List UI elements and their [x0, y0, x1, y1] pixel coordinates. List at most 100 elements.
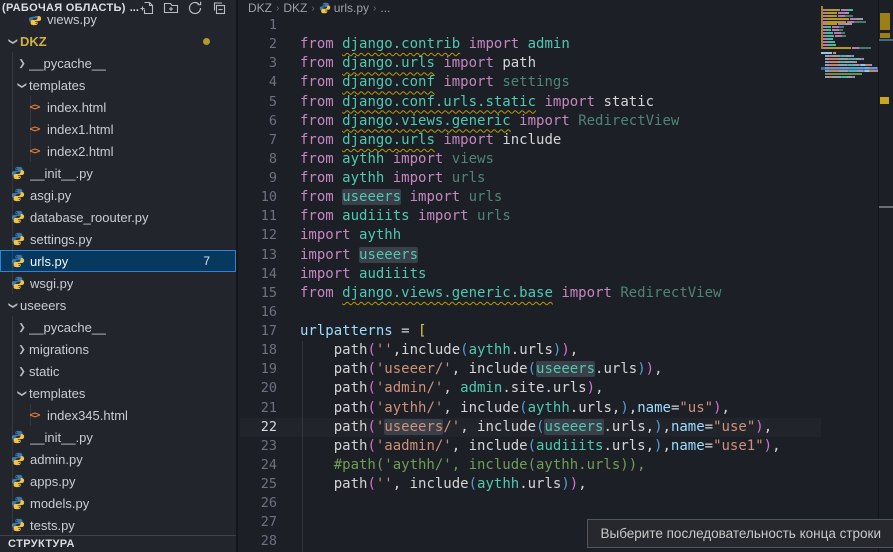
minimap[interactable]	[821, 0, 878, 552]
minimap-line	[832, 76, 841, 78]
code-line-4: 4from django.conf import settings	[240, 73, 821, 92]
chevron-down-icon: ❯	[8, 34, 19, 48]
minimap-line	[845, 61, 855, 63]
code-line-13: 13import useeers	[240, 246, 821, 265]
tree-item--init-py[interactable]: __init__.py	[0, 426, 236, 448]
tree-item-index1-html[interactable]: <>index1.html	[0, 118, 236, 140]
code-token: audiiits	[342, 208, 409, 224]
tree-item-tests-py[interactable]: tests.py	[0, 514, 236, 536]
code-line-18: 18 path('',include(aythh.urls)),	[240, 341, 821, 360]
minimap-line	[839, 26, 844, 28]
code-token: , include	[452, 438, 528, 454]
line-number: 19	[240, 360, 277, 379]
code-text: from django.urls import include	[277, 131, 561, 150]
line-number: 16	[240, 303, 277, 322]
code-token: from	[300, 170, 342, 186]
line-number: 12	[240, 226, 277, 245]
tree-item--pycache-[interactable]: ❯__pycache__	[0, 316, 236, 338]
code-line-19: 19 path('useeer/', include(useeers.urls)…	[240, 360, 821, 379]
tree-item-asgi-py[interactable]: asgi.py	[0, 184, 236, 206]
line-number: 28	[240, 532, 277, 551]
tree-item-urls-py[interactable]: urls.py7	[0, 250, 236, 272]
code-area[interactable]: 12from django.contrib import admin3from …	[240, 16, 821, 552]
tree-item-dkz[interactable]: ❯DKZ	[0, 30, 236, 52]
tree-item-templates[interactable]: ❯templates	[0, 74, 236, 96]
tree-item-migrations[interactable]: ❯migrations	[0, 338, 236, 360]
more-actions-button[interactable]: ...	[130, 2, 139, 14]
code-token: aythh	[342, 151, 384, 167]
code-token: name	[671, 419, 705, 435]
chevron-right-icon: ❯	[15, 366, 29, 377]
tree-item-index-html[interactable]: <>index.html	[0, 96, 236, 118]
tree-item-database-roouter-py[interactable]: database_roouter.py	[0, 206, 236, 228]
minimap-line	[845, 12, 849, 14]
code-token: aythh	[359, 227, 401, 243]
minimap-line	[848, 9, 853, 11]
tree-item-settings-py[interactable]: settings.py	[0, 228, 236, 250]
code-token: (	[367, 380, 375, 396]
minimap-line	[863, 58, 864, 60]
minimap-line	[832, 26, 839, 28]
collapse-all-icon[interactable]	[211, 0, 227, 16]
code-token: urls	[452, 170, 486, 186]
code-token: from	[300, 55, 342, 71]
code-line-15: 15from django.views.generic.base import …	[240, 284, 821, 303]
overview-ruler[interactable]	[878, 0, 893, 552]
minimap-line	[826, 21, 846, 23]
new-file-icon[interactable]	[139, 0, 155, 16]
code-line-16: 16	[240, 303, 821, 322]
code-text: path('aadmin/', include(audiiits.urls,),…	[277, 437, 781, 456]
tree-item-wsgi-py[interactable]: wsgi.py	[0, 272, 236, 294]
tree-item-apps-py[interactable]: apps.py	[0, 470, 236, 492]
minimap-line	[834, 32, 841, 34]
tree-item--pycache-[interactable]: ❯__pycache__	[0, 52, 236, 74]
code-lines: 12from django.contrib import admin3from …	[240, 16, 821, 552]
refresh-icon[interactable]	[187, 0, 203, 16]
minimap-line	[838, 15, 845, 17]
code-token: ,	[570, 342, 578, 358]
problems-badge: 7	[203, 254, 210, 268]
code-token: import	[300, 227, 359, 243]
vscode-window: views.py❯DKZ❯__pycache__❯templates<>inde…	[0, 0, 893, 552]
breadcrumb-item-dkz[interactable]: DKZ	[248, 1, 272, 15]
code-text: from django.conf.urls.static import stat…	[277, 93, 654, 112]
line-number: 23	[240, 437, 277, 456]
code-token: .urls,	[570, 400, 621, 416]
ruler-mark	[880, 13, 890, 30]
tree-item-admin-py[interactable]: admin.py	[0, 448, 236, 470]
line-number: 7	[240, 131, 277, 150]
tree-item-templates[interactable]: ❯templates	[0, 382, 236, 404]
tree-item-models-py[interactable]: models.py	[0, 492, 236, 514]
code-text: import audiiits	[277, 265, 426, 284]
tree-item-index2-html[interactable]: <>index2.html	[0, 140, 236, 162]
code-token: audiiits	[359, 266, 426, 282]
minimap-line	[826, 32, 833, 34]
code-token: useeers	[544, 419, 603, 435]
code-token: )	[561, 476, 569, 492]
breadcrumb-item--[interactable]: ...	[380, 1, 390, 15]
code-token: from	[300, 285, 342, 301]
code-token: , include	[452, 361, 528, 377]
line-number: 22	[240, 418, 277, 437]
code-token: , include	[443, 400, 519, 416]
breadcrumb-item-urls-py[interactable]: urls.py	[319, 1, 369, 15]
line-number: 2	[240, 35, 277, 54]
code-token: from	[300, 36, 342, 52]
line-number: 13	[240, 246, 277, 265]
tree-item-index345-html[interactable]: <>index345.html	[0, 404, 236, 426]
code-text: path('aythh/', include(aythh.urls,),name…	[277, 399, 730, 418]
code-token: (	[367, 400, 375, 416]
outline-section-header[interactable]: СТРУКТУРА	[0, 535, 236, 552]
tree-item-useeers[interactable]: ❯useeers	[0, 294, 236, 316]
minimap-line	[830, 61, 838, 63]
breadcrumb-item-dkz[interactable]: DKZ	[283, 1, 307, 15]
minimap-line	[828, 41, 835, 43]
tree-item--init-py[interactable]: __init__.py	[0, 162, 236, 184]
line-number: 9	[240, 169, 277, 188]
python-file-icon	[319, 2, 331, 14]
code-text: from django.views.generic.base import Re…	[277, 284, 721, 303]
code-token: =	[705, 419, 713, 435]
tree-item-static[interactable]: ❯static	[0, 360, 236, 382]
code-token: name	[637, 400, 671, 416]
new-folder-icon[interactable]	[163, 0, 179, 16]
